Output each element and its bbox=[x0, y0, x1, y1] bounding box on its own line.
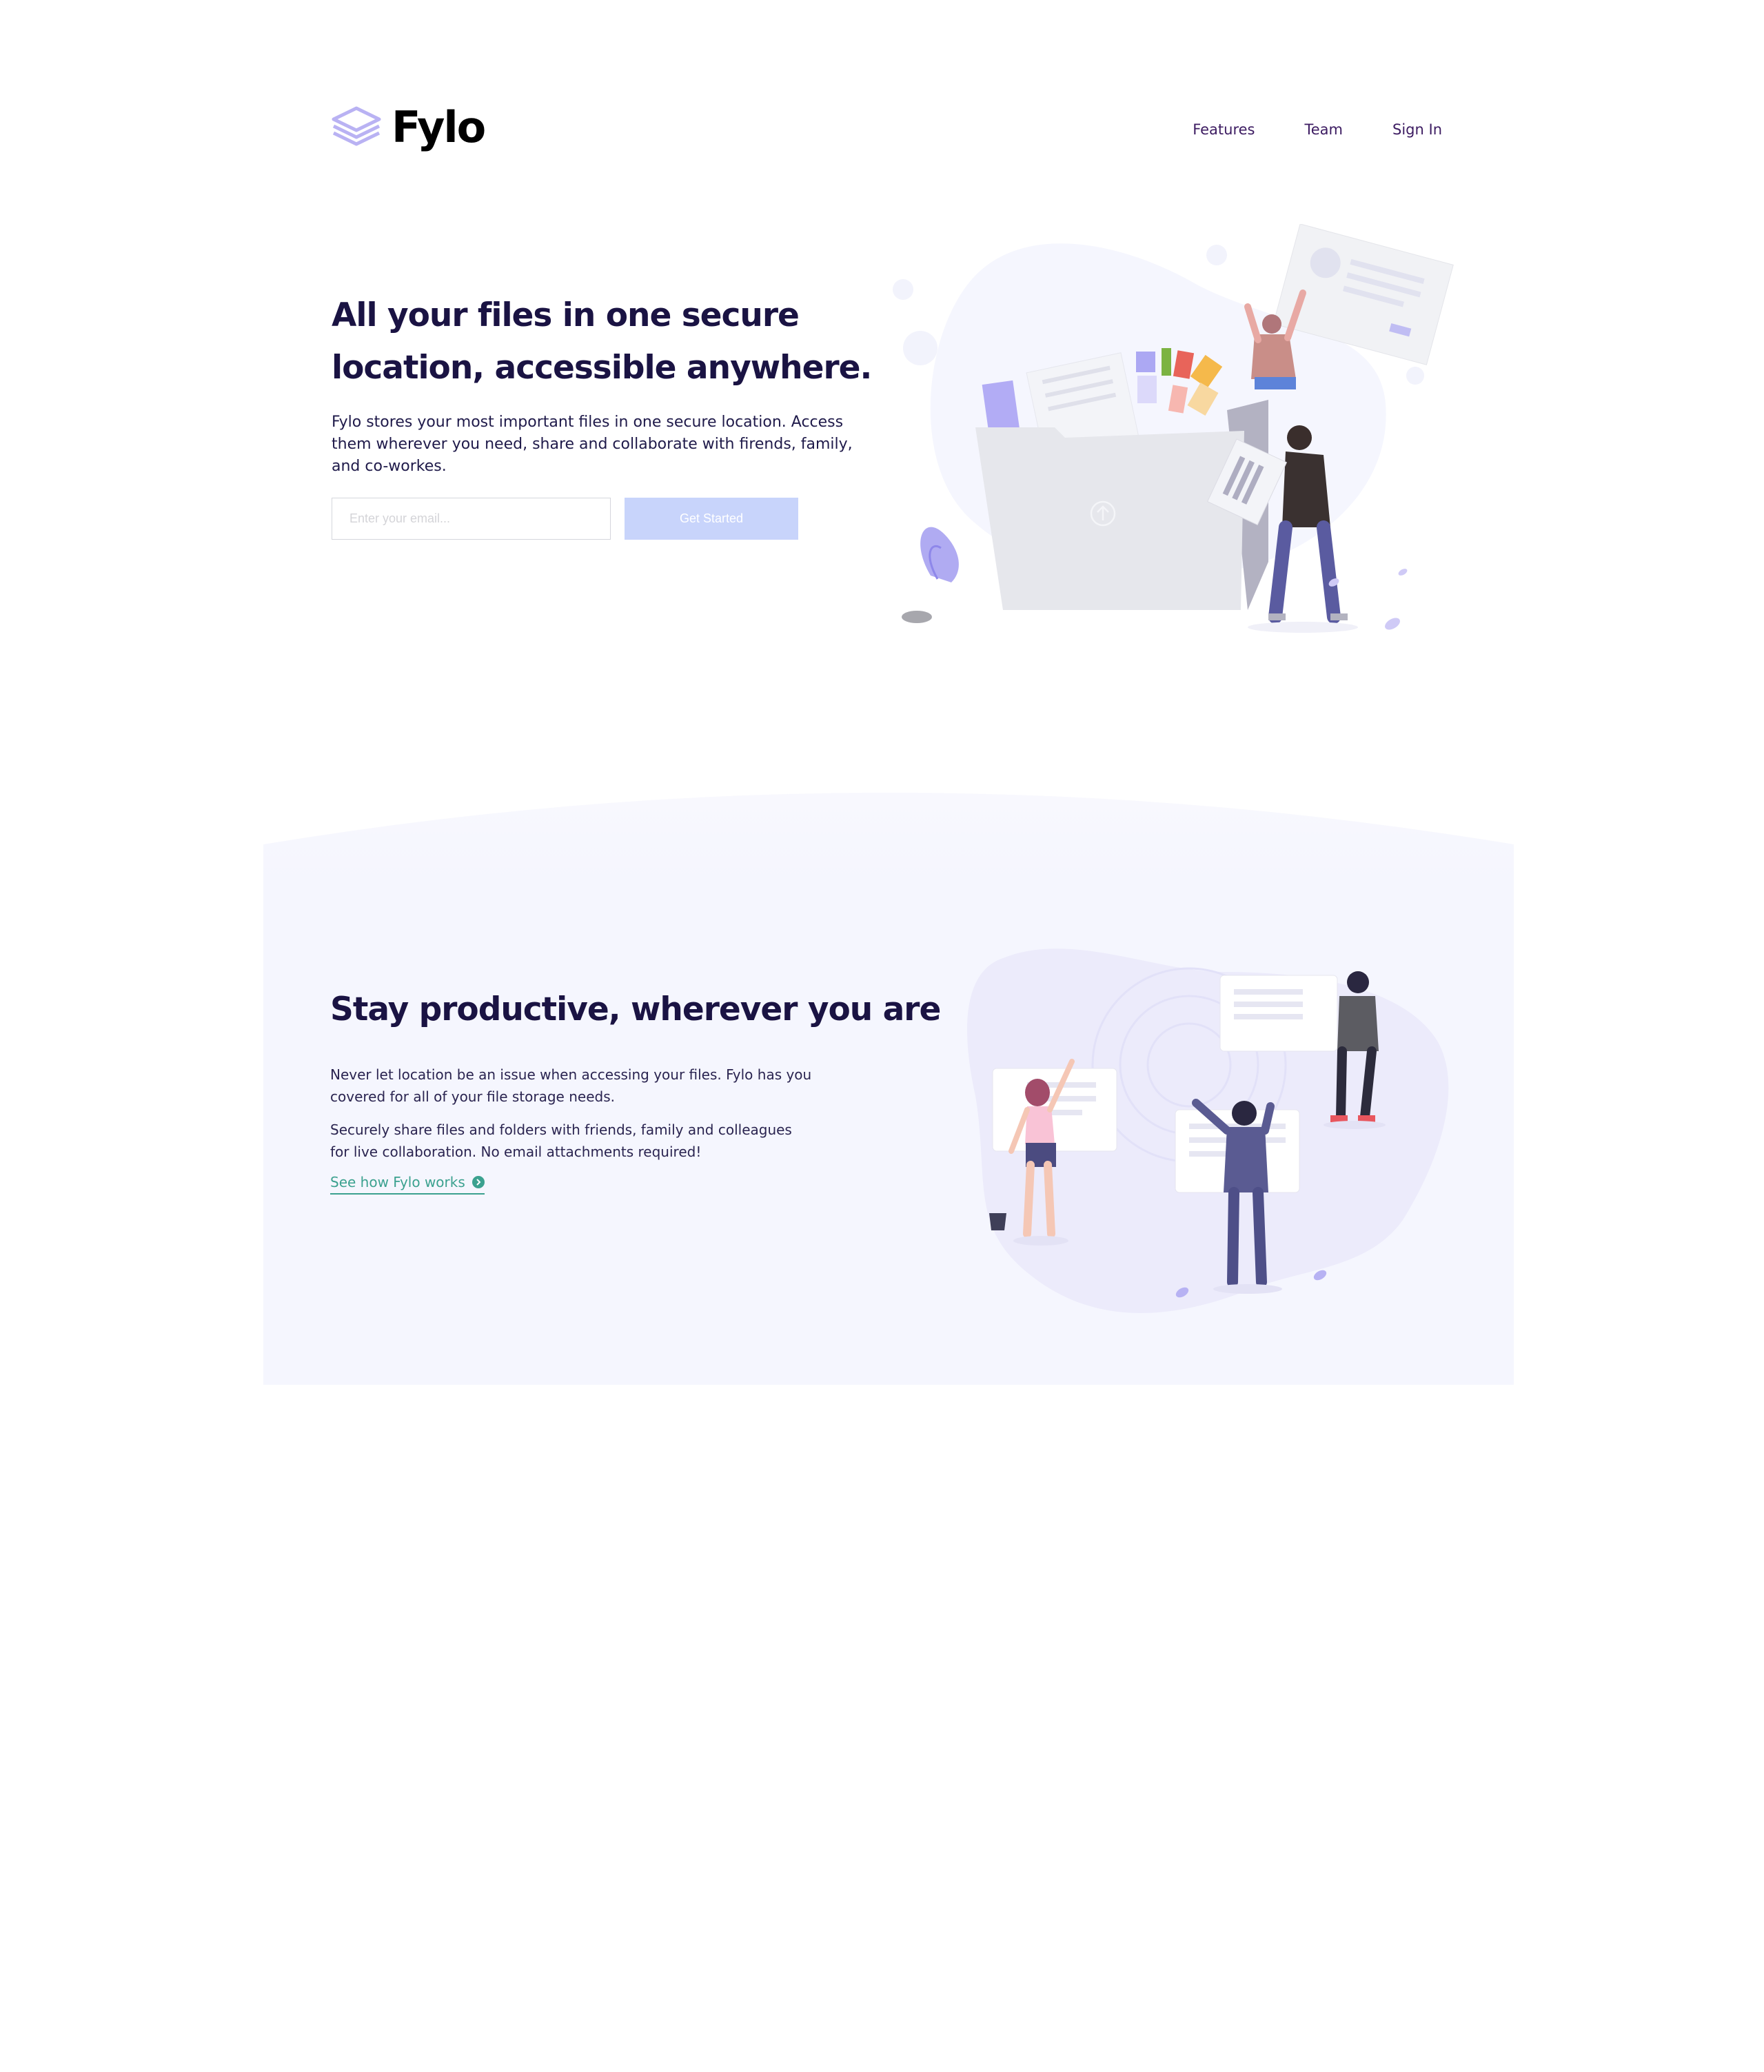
link-label: See how Fylo works bbox=[330, 1174, 465, 1190]
get-started-button[interactable]: Get Started bbox=[625, 498, 798, 540]
hero-illustration bbox=[893, 224, 1454, 633]
plant bbox=[920, 527, 959, 582]
decor-circle bbox=[1206, 245, 1227, 265]
nav-link-features[interactable]: Features bbox=[1193, 121, 1255, 138]
productive-text-1: Never let location be an issue when acce… bbox=[330, 1066, 812, 1105]
nav-link-team[interactable]: Team bbox=[1305, 121, 1344, 138]
brand-name: Fylo bbox=[392, 102, 486, 152]
logo-layers-icon bbox=[332, 106, 381, 146]
folder bbox=[975, 427, 1244, 610]
site-header: Fylo Features Team Sign In bbox=[331, 103, 1442, 159]
productive-title: Stay productive, wherever you are bbox=[330, 991, 941, 1028]
productive-text-2: Securely share files and folders with fr… bbox=[330, 1121, 792, 1160]
chat-bubble bbox=[1219, 975, 1338, 1052]
hero-description: Fylo stores your most important files in… bbox=[332, 414, 853, 475]
email-input[interactable] bbox=[332, 498, 611, 540]
nav-link-sign-in[interactable]: Sign In bbox=[1392, 121, 1442, 138]
decor-circle bbox=[903, 331, 937, 365]
hero-title: All your files in one secure location, a… bbox=[332, 296, 872, 387]
arrow-circle-right-icon bbox=[472, 1176, 485, 1188]
see-how-fylo-works-link[interactable]: See how Fylo works bbox=[330, 1174, 485, 1195]
productive-illustration bbox=[967, 948, 1449, 1313]
decor-circle bbox=[1406, 367, 1424, 385]
logo[interactable]: Fylo bbox=[331, 102, 486, 152]
main-nav: Features Team Sign In bbox=[1193, 121, 1442, 138]
decor-circle bbox=[893, 279, 913, 300]
